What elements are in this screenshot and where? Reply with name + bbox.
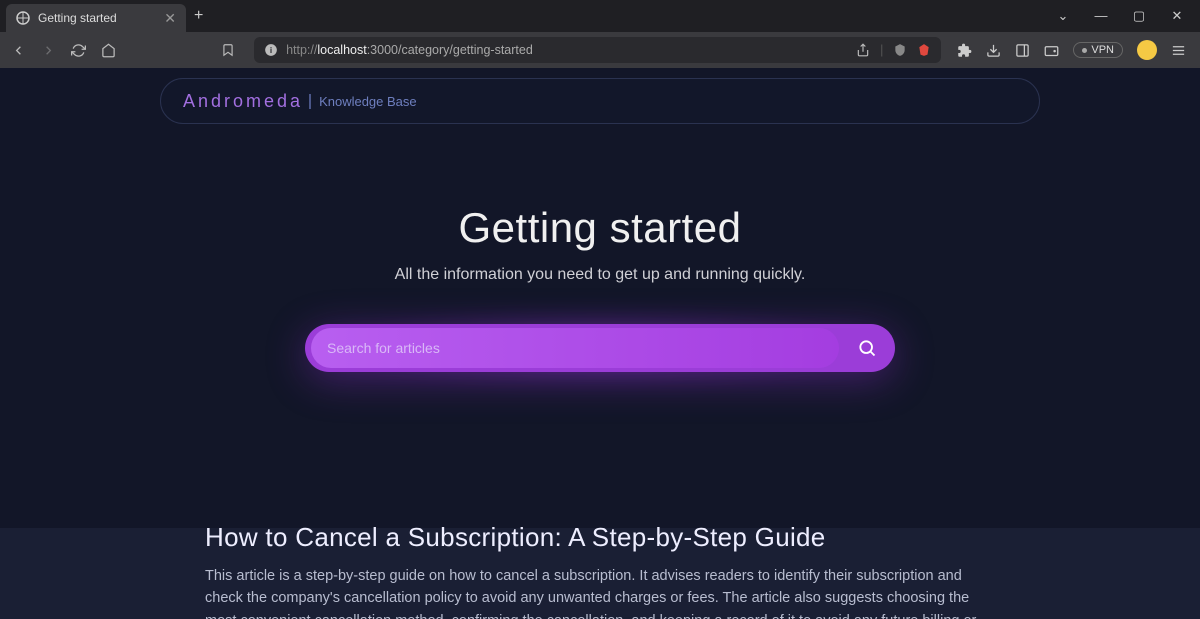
chevron-down-icon[interactable]: ⌄ [1046, 8, 1080, 24]
vpn-button[interactable]: VPN [1073, 42, 1123, 58]
page-viewport[interactable]: Andromeda Knowledge Base Getting started… [0, 68, 1200, 619]
reload-icon[interactable] [68, 43, 88, 58]
home-icon[interactable] [98, 43, 118, 58]
nav-bar: i http://localhost:3000/category/getting… [0, 32, 1200, 68]
article-body: This article is a step-by-step guide on … [205, 565, 995, 619]
page-subtitle: All the information you need to get up a… [0, 266, 1200, 284]
info-icon[interactable]: i [264, 43, 278, 57]
url-text: http://localhost:3000/category/getting-s… [286, 43, 533, 57]
share-icon[interactable] [856, 43, 870, 57]
brand-name: Andromeda [183, 91, 303, 112]
search-input[interactable] [327, 340, 823, 356]
minimize-icon[interactable]: ― [1084, 8, 1118, 24]
brand-subtitle: Knowledge Base [309, 94, 417, 109]
page-title: Getting started [0, 204, 1200, 252]
favicon-icon [16, 11, 30, 25]
article-preview[interactable]: How to Cancel a Subscription: A Step-by-… [205, 522, 995, 619]
bookmark-icon[interactable] [218, 43, 238, 57]
download-icon[interactable] [986, 43, 1001, 58]
site-header[interactable]: Andromeda Knowledge Base [160, 78, 1040, 124]
browser-chrome: Getting started ✕ + ⌄ ― ▢ ✕ i [0, 0, 1200, 68]
extensions-icon[interactable] [957, 43, 972, 58]
window-controls: ⌄ ― ▢ ✕ [1046, 8, 1194, 24]
hero-section: Getting started All the information you … [0, 204, 1200, 284]
search-button[interactable] [839, 338, 895, 358]
sidebar-icon[interactable] [1015, 43, 1030, 58]
svg-text:i: i [270, 46, 272, 55]
url-bar[interactable]: i http://localhost:3000/category/getting… [254, 37, 941, 63]
close-icon[interactable]: ✕ [1160, 8, 1194, 24]
maximize-icon[interactable]: ▢ [1122, 8, 1156, 24]
menu-icon[interactable] [1171, 43, 1186, 58]
profile-avatar[interactable] [1137, 40, 1157, 60]
search-container [305, 324, 895, 372]
brave-icon[interactable] [917, 43, 931, 57]
browser-tab[interactable]: Getting started ✕ [6, 4, 186, 32]
back-icon[interactable] [8, 43, 28, 58]
shield-icon[interactable] [893, 43, 907, 57]
forward-icon[interactable] [38, 43, 58, 58]
tab-bar: Getting started ✕ + ⌄ ― ▢ ✕ [0, 0, 1200, 32]
wallet-icon[interactable] [1044, 43, 1059, 58]
article-title: How to Cancel a Subscription: A Step-by-… [205, 522, 995, 553]
new-tab-button[interactable]: + [194, 7, 203, 25]
tab-title: Getting started [38, 11, 156, 25]
tab-close-icon[interactable]: ✕ [164, 10, 176, 27]
